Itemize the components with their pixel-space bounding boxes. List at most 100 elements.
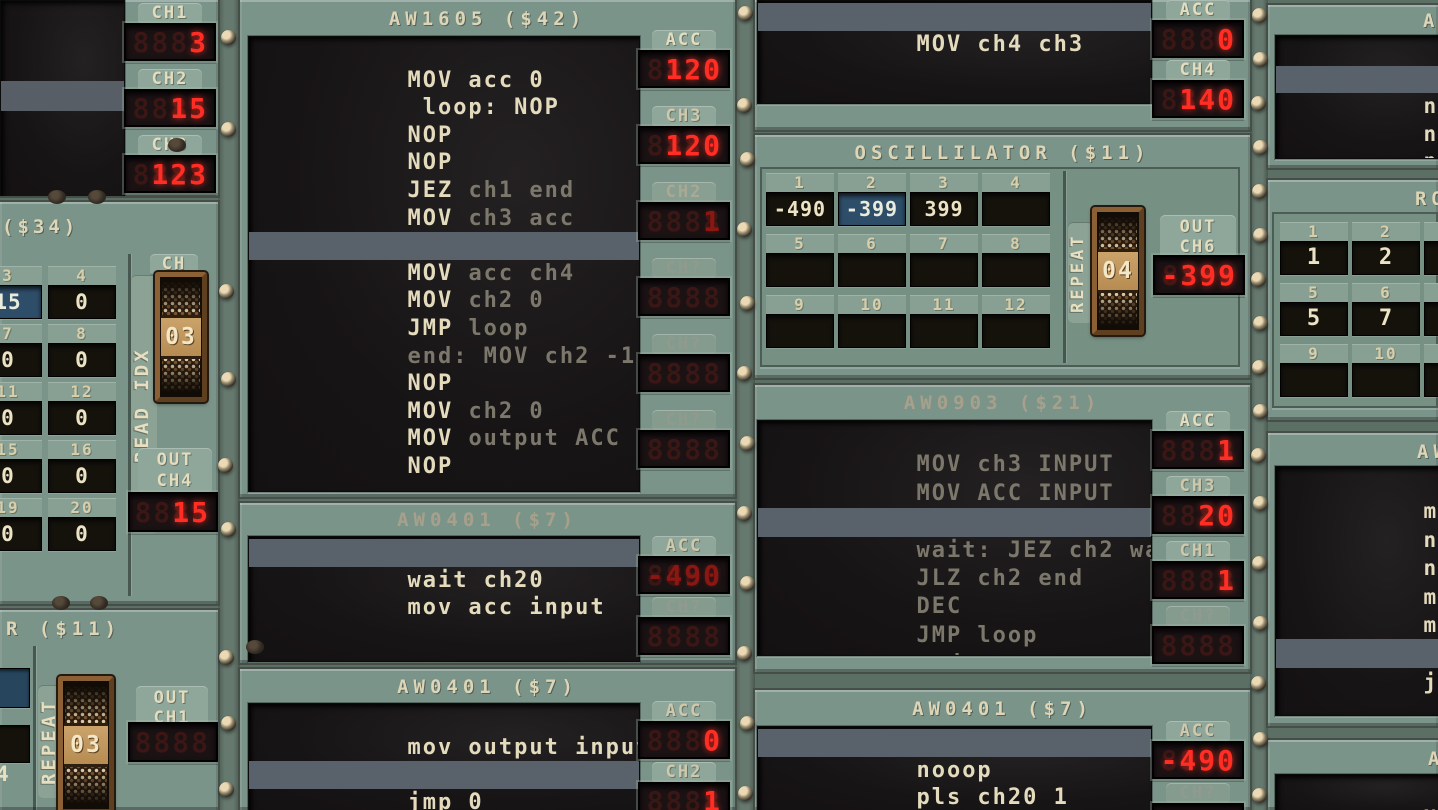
code-editor[interactable]: MOV ch4 ch3 — [757, 0, 1152, 104]
code-line[interactable]: end: MOV ch2 -1 — [249, 315, 639, 343]
memory-cell[interactable]: 15 0 — [0, 440, 42, 493]
code-line[interactable]: jmp 0 — [249, 761, 639, 789]
memory-cell[interactable]: 8 — [982, 234, 1050, 287]
code-editor[interactable] — [0, 0, 125, 196]
code-line[interactable]: mov ch1 inp — [1276, 469, 1438, 497]
memory-cell[interactable]: 19 0 — [0, 498, 42, 551]
code-line[interactable]: DEC — [758, 565, 1151, 593]
code-line[interactable]: MOV ch2 0 — [249, 260, 639, 288]
code-editor[interactable]: wait ch20 mov acc input — [248, 536, 640, 662]
memory-cell[interactable]: 5 5 — [1280, 283, 1348, 336]
code-editor[interactable]: mov output input mov ch2 1 jmp 0 — [248, 703, 640, 810]
code-line[interactable]: mov acc input — [249, 567, 639, 595]
code-line[interactable]: NOP — [249, 343, 639, 371]
code-line[interactable]: JMP loop — [249, 287, 639, 315]
memory-cell[interactable]: 8 0 — [48, 324, 116, 377]
memory-cell[interactable] — [0, 725, 30, 763]
code-line[interactable]: nop — [1276, 38, 1438, 66]
code-line[interactable]: mov acc input — [758, 784, 1151, 810]
memory-cell[interactable] — [1424, 283, 1438, 336]
cell-index: 7 — [0, 324, 42, 343]
code-line[interactable]: NOP — [249, 122, 639, 150]
read-index-drum[interactable]: 03 — [155, 272, 207, 402]
memory-cell[interactable]: 12 0 — [48, 382, 116, 435]
memory-cell[interactable]: 4 0 — [48, 266, 116, 319]
code-line[interactable]: mov ch1 ch2 — [1276, 583, 1438, 611]
code-line[interactable]: mov output input — [249, 706, 639, 734]
code-line[interactable]: MOV output ACC — [249, 398, 639, 426]
code-line[interactable]: MOV ACC INPUT — [758, 451, 1151, 479]
cell-value — [1424, 241, 1438, 275]
code-line[interactable]: MOV acc 0 — [249, 39, 639, 67]
code-line[interactable]: MOV acc ch4 — [249, 232, 639, 260]
memory-cell[interactable]: 1 -490 — [766, 173, 834, 226]
led-display: 8888 0 — [638, 721, 730, 759]
memory-cell[interactable]: 6 7 — [1352, 283, 1420, 336]
memory-cell[interactable]: 3 15 — [0, 266, 42, 319]
code-line[interactable]: end: — [758, 622, 1151, 650]
code-line[interactable]: MOV ch3 INPUT — [758, 423, 1151, 451]
memory-cell[interactable]: 1 1 — [1280, 222, 1348, 275]
memory-cell[interactable]: 7 0 — [0, 324, 42, 377]
code-line[interactable]: NOP — [1276, 805, 1438, 810]
code-line[interactable]: JMP loop — [758, 593, 1151, 621]
code-line[interactable]: wait ch20 — [249, 539, 639, 567]
memory-cell[interactable]: 12 — [982, 295, 1050, 348]
display-column: ACC 8888 -490 CH? 8888 — [638, 536, 730, 655]
code-line[interactable]: nop — [1276, 497, 1438, 525]
memory-cell[interactable]: 11 0 — [0, 382, 42, 435]
code-text-bright: noooop — [1423, 149, 1438, 159]
code-editor[interactable]: mov ch1 inp nop nop mov acc ch2 mov ch1 … — [1275, 466, 1438, 716]
code-editor[interactable]: MOV ch3 INPUT MOV ACC INPUT loop: MOV ch… — [757, 420, 1152, 656]
code-line[interactable]: mov output — [1276, 611, 1438, 639]
repeat-drum[interactable]: 03 — [58, 676, 114, 810]
memory-cell[interactable]: 11 — [910, 295, 978, 348]
code-line[interactable]: MOV ch2 0 — [249, 370, 639, 398]
display-column: ACC 8888 120 CH3 8888 120 CH2 8888 — [638, 30, 730, 468]
memory-cell[interactable]: 10 — [838, 295, 906, 348]
code-line[interactable]: loop: MOV ch1 ACC — [758, 480, 1151, 508]
code-line[interactable]: noop — [1276, 66, 1438, 94]
code-line[interactable]: NOP — [1276, 777, 1438, 805]
code-line[interactable]: JEZ ch1 end — [249, 149, 639, 177]
code-line[interactable]: nooop — [1276, 93, 1438, 121]
code-editor[interactable]: nop noop nooop noooop — [1275, 35, 1438, 159]
memory-cell[interactable] — [1424, 344, 1438, 397]
memory-cell[interactable]: 6 — [838, 234, 906, 287]
code-editor[interactable]: MOV acc 0 loop: NOP NOP NOP JEZ ch1 end … — [248, 36, 640, 492]
code-editor[interactable]: NOP NOP — [1275, 774, 1438, 810]
memory-cell[interactable]: 20 0 — [48, 498, 116, 551]
code-line[interactable]: wait: JEZ ch2 wait — [758, 508, 1151, 536]
memory-cell[interactable]: 4 — [982, 173, 1050, 226]
repeat-drum[interactable]: 04 — [1092, 207, 1144, 335]
code-line[interactable]: jmp -3 — [1276, 639, 1438, 667]
code-line[interactable]: MOV ch4 ch3 — [758, 3, 1151, 31]
code-line[interactable]: NOP — [249, 94, 639, 122]
memory-cell[interactable]: 2 2 — [1352, 222, 1420, 275]
code-line[interactable]: mov ch2 1 — [249, 734, 639, 762]
screw-icon — [1251, 448, 1266, 463]
memory-cell[interactable]: 9 — [766, 295, 834, 348]
code-line[interactable]: noooop — [1276, 121, 1438, 149]
code-editor[interactable]: nooop pls ch20 1 mov acc input — [757, 726, 1152, 810]
screw-shadow-icon — [90, 596, 108, 610]
code-line[interactable]: pls ch20 1 — [758, 757, 1151, 785]
code-line[interactable]: mov acc ch2 — [1276, 554, 1438, 582]
code-line[interactable]: JLZ ch2 end — [758, 537, 1151, 565]
memory-cell[interactable] — [0, 668, 30, 708]
cell-value — [982, 253, 1050, 287]
code-line[interactable]: loop: NOP — [249, 67, 639, 95]
memory-cell[interactable]: 7 — [910, 234, 978, 287]
code-line[interactable]: MOV ch3 acc — [249, 177, 639, 205]
code-line[interactable]: NOP — [249, 425, 639, 453]
code-line[interactable]: nop — [1276, 526, 1438, 554]
code-line[interactable]: MOV ch2 1 — [249, 205, 639, 233]
memory-cell[interactable]: 9 — [1280, 344, 1348, 397]
code-line[interactable]: nooop — [758, 729, 1151, 757]
memory-cell[interactable]: 16 0 — [48, 440, 116, 493]
memory-cell[interactable] — [1424, 222, 1438, 275]
memory-cell[interactable]: 3 399 — [910, 173, 978, 226]
memory-cell[interactable]: 5 — [766, 234, 834, 287]
memory-cell[interactable]: 2 -399 — [838, 173, 906, 226]
memory-cell[interactable]: 10 — [1352, 344, 1420, 397]
